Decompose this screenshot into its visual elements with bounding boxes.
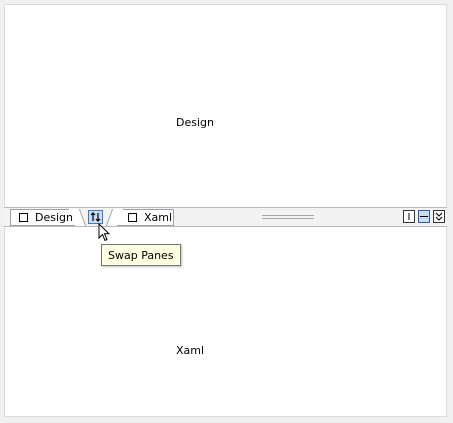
xaml-pane-label: Xaml bbox=[176, 344, 205, 357]
horizontal-split-button[interactable] bbox=[418, 210, 430, 223]
swap-panes-tooltip: Swap Panes bbox=[101, 244, 181, 266]
vertical-split-icon bbox=[408, 213, 410, 220]
design-pane-label: Design bbox=[176, 116, 214, 129]
xaml-pane[interactable]: Xaml bbox=[5, 233, 446, 416]
splitter-grip[interactable] bbox=[262, 215, 314, 219]
tab-design[interactable]: Design bbox=[10, 209, 76, 226]
tab-xaml[interactable]: Xaml bbox=[116, 209, 174, 226]
swap-arrows-icon bbox=[90, 212, 101, 222]
tab-design-label: Design bbox=[35, 211, 73, 224]
mouse-pointer-icon bbox=[98, 223, 111, 242]
vertical-split-button[interactable] bbox=[403, 210, 415, 223]
pane-splitter-bar: Design Xaml bbox=[4, 207, 447, 227]
swap-panes-button[interactable] bbox=[88, 210, 103, 224]
square-icon bbox=[19, 213, 28, 222]
tab-xaml-label: Xaml bbox=[144, 211, 173, 224]
square-icon bbox=[128, 213, 137, 222]
design-pane[interactable]: Design bbox=[5, 5, 446, 212]
collapse-pane-icon bbox=[435, 212, 443, 221]
horizontal-split-icon bbox=[420, 216, 428, 217]
collapse-pane-button[interactable] bbox=[433, 210, 445, 223]
